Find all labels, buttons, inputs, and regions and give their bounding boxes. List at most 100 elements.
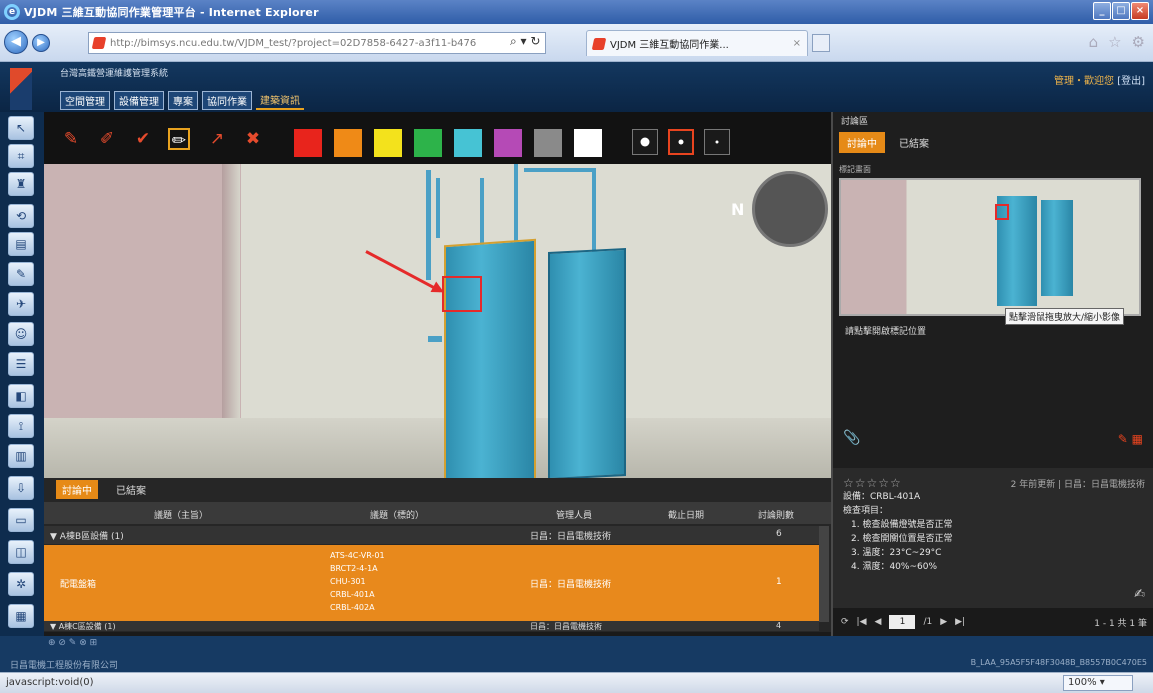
tab-open-issues[interactable]: 討論中 xyxy=(56,479,98,499)
color-swatch-white[interactable] xyxy=(574,129,602,157)
address-bar[interactable]: http://bimsys.ncu.edu.tw/VJDM_test/?proj… xyxy=(88,32,546,54)
map-icon[interactable]: ▦ xyxy=(8,604,34,628)
table-group-row[interactable]: ▼ A棟C區設備 (1) 日昌：日昌電機技術 4 xyxy=(44,621,819,631)
list-icon[interactable]: ☰ xyxy=(8,352,34,376)
table-row-selected[interactable]: 配電盤箱 ATS-4C-VR-01 BRCT2-4-1A CHU-301 CRB… xyxy=(44,545,819,621)
group-count: 6 xyxy=(776,529,782,539)
section-icon[interactable]: ◧ xyxy=(8,384,34,408)
prev-page-icon[interactable]: ◀ xyxy=(875,617,882,627)
tab-closed[interactable]: 已結案 xyxy=(891,132,937,153)
search-refresh-icon[interactable]: ⌕ ▾ ↻ xyxy=(510,34,540,49)
clear-tool-icon[interactable]: ✖ xyxy=(242,128,264,150)
col-target[interactable]: 議題（標的） xyxy=(370,508,424,521)
user-name[interactable]: 管理・歡迎您 xyxy=(1054,76,1114,87)
layer-icon[interactable]: ▤ xyxy=(8,232,34,256)
walk-icon[interactable]: ♜ xyxy=(8,172,34,196)
markup-thumbnail[interactable] xyxy=(839,178,1141,316)
close-button[interactable]: × xyxy=(1131,2,1149,20)
selected-cabinet[interactable] xyxy=(444,238,536,478)
page-input[interactable]: 1 xyxy=(889,615,916,629)
tab-discussing[interactable]: 討論中 xyxy=(839,132,885,153)
thumbnail-highlight-box xyxy=(995,204,1009,220)
update-meta: 2 年前更新 | 日昌：日昌電機技術 xyxy=(1010,480,1145,490)
detail-line: 2. 檢查開關位置是否正常 xyxy=(851,534,953,544)
col-due-date[interactable]: 截止日期 xyxy=(668,508,704,521)
logout-link[interactable]: [登出] xyxy=(1117,76,1145,87)
refresh-icon[interactable]: ⟳ xyxy=(841,617,849,627)
brush-size-small[interactable] xyxy=(704,129,730,155)
navigation-compass[interactable]: N xyxy=(731,171,828,247)
color-swatch-purple[interactable] xyxy=(494,129,522,157)
browser-tab[interactable]: VJDM 三維互動協同作業... × xyxy=(586,30,808,56)
company-name: 日昌電機工程股份有限公司 xyxy=(10,661,119,671)
fly-icon[interactable]: ✈ xyxy=(8,292,34,316)
pointer-tool-icon[interactable]: ↖ xyxy=(8,116,34,140)
paint-icon[interactable]: ✎ xyxy=(8,262,34,286)
markup-toolbar: ✎ ✐ ✔ ✏ ↗ ✖ xyxy=(44,112,831,164)
color-swatch-red[interactable] xyxy=(294,129,322,157)
back-icon[interactable]: ◀ xyxy=(4,30,28,54)
target-code: ATS-4C-VR-01 xyxy=(330,551,385,560)
paperclip-icon[interactable]: 📎 xyxy=(843,430,860,446)
brush-size-large[interactable] xyxy=(632,129,658,155)
table-tool-icons[interactable]: ⊕ ⊘ ✎ ⊗ ⊞ xyxy=(48,638,97,648)
rotate-icon[interactable]: ⟲ xyxy=(8,204,34,228)
filter-icon[interactable]: ▥ xyxy=(8,444,34,468)
reply-icon[interactable]: ✍ xyxy=(1134,588,1145,602)
zoom-control[interactable]: 100% ▾ xyxy=(1063,675,1133,691)
last-page-icon[interactable]: ▶| xyxy=(955,617,965,627)
menu-space-management[interactable]: 空間管理 xyxy=(60,91,110,110)
table-group-row[interactable]: ▼ A棟B區設備 (1) 日昌：日昌電機技術 6 xyxy=(44,526,819,544)
brush-size-medium[interactable] xyxy=(668,129,694,155)
next-page-icon[interactable]: ▶ xyxy=(940,617,947,627)
eraser-tool-icon[interactable]: ✎ xyxy=(60,128,82,150)
col-manager[interactable]: 管理人員 xyxy=(556,508,592,521)
export-icon[interactable]: ⇩ xyxy=(8,476,34,500)
color-swatch-cyan[interactable] xyxy=(454,129,482,157)
menu-collaboration[interactable]: 協同作業 xyxy=(202,91,252,110)
table-scrollbar[interactable] xyxy=(819,526,829,622)
tab-closed-issues[interactable]: 已結案 xyxy=(110,480,152,499)
markup-view-label: 標記畫面 xyxy=(839,165,871,174)
check-tool-icon[interactable]: ✔ xyxy=(132,128,154,150)
model-scene[interactable]: N xyxy=(44,164,831,478)
forward-icon[interactable]: ▶ xyxy=(32,34,50,52)
thumbnail-caption: 請點擊開啟標記位置 xyxy=(845,327,927,337)
color-swatch-green[interactable] xyxy=(414,129,442,157)
pipe xyxy=(592,168,596,254)
first-page-icon[interactable]: |◀ xyxy=(857,617,867,627)
3d-viewer[interactable]: ✎ ✐ ✔ ✏ ↗ ✖ N xyxy=(44,112,831,478)
issue-details: ☆☆☆☆☆ 2 年前更新 | 日昌：日昌電機技術 設備：CRBL-401A 檢查… xyxy=(833,468,1153,608)
measure-icon[interactable]: ⟟ xyxy=(8,414,34,438)
person-icon[interactable]: ☺ xyxy=(8,322,34,346)
menu-equipment-management[interactable]: 設備管理 xyxy=(114,91,164,110)
row-targets: ATS-4C-VR-01 BRCT2-4-1A CHU-301 CRBL-401… xyxy=(330,549,385,614)
pipe xyxy=(524,168,594,172)
highlighter-tool-icon[interactable]: ✏ xyxy=(168,128,190,151)
tools-gear-icon[interactable]: ⚙ xyxy=(1132,33,1145,51)
settings-icon[interactable]: ✲ xyxy=(8,572,34,596)
split-icon[interactable]: ◫ xyxy=(8,540,34,564)
status-text: javascript:void(0) xyxy=(6,677,94,688)
tab-close-icon[interactable]: × xyxy=(793,38,801,49)
color-swatch-yellow[interactable] xyxy=(374,129,402,157)
favorites-star-icon[interactable]: ☆ xyxy=(1108,33,1121,51)
menu-project[interactable]: 專案 xyxy=(168,91,198,110)
col-subject[interactable]: 議題（主旨） xyxy=(154,508,208,521)
window-titlebar: e VJDM 三維互動協同作業管理平台 - Internet Explorer … xyxy=(0,0,1153,24)
cabinet[interactable] xyxy=(548,247,626,478)
minimize-button[interactable]: _ xyxy=(1093,2,1111,20)
menu-building-info[interactable]: 建築資訊 xyxy=(256,91,304,110)
zoom-window-icon[interactable]: ⌗ xyxy=(8,144,34,168)
pen-tool-icon[interactable]: ✐ xyxy=(96,128,118,150)
home-icon[interactable]: ⌂ xyxy=(1089,33,1099,51)
new-tab-button[interactable] xyxy=(812,34,830,52)
maximize-button[interactable]: □ xyxy=(1112,2,1130,20)
edit-tools-icon[interactable]: ✎ ▦ xyxy=(1118,432,1143,446)
color-swatch-orange[interactable] xyxy=(334,129,362,157)
arrow-tool-icon[interactable]: ↗ xyxy=(206,128,228,150)
group-label: ▼ A棟C區設備 (1) xyxy=(50,622,116,631)
color-swatch-gray[interactable] xyxy=(534,129,562,157)
col-count[interactable]: 討論則數 xyxy=(758,508,794,521)
screen-icon[interactable]: ▭ xyxy=(8,508,34,532)
